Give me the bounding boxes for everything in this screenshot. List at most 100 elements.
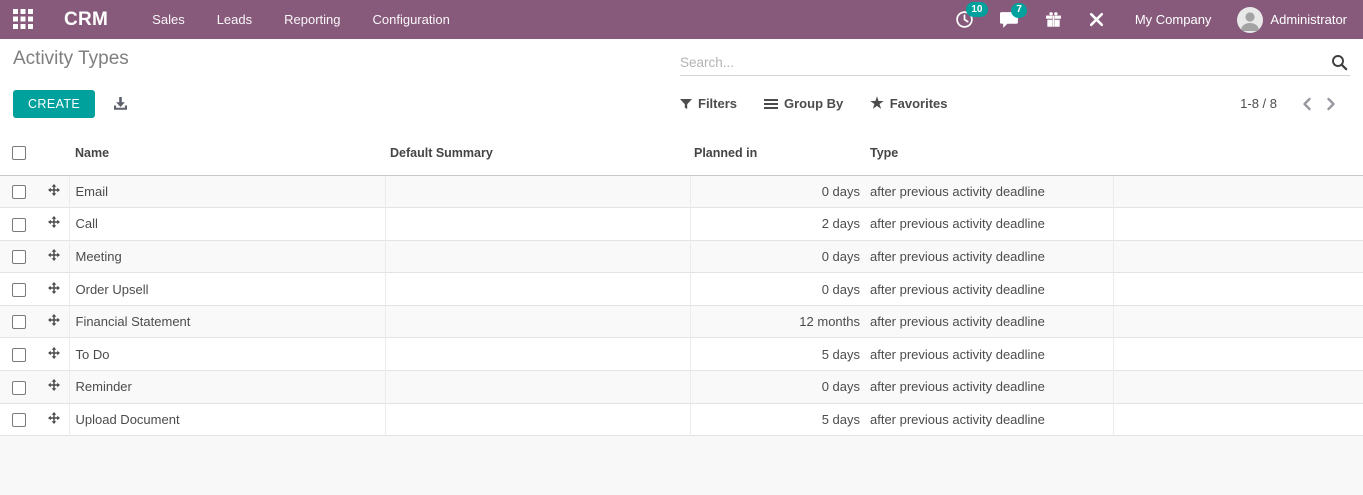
- row-checkbox[interactable]: [12, 283, 26, 297]
- activity-name-cell[interactable]: Financial Statement: [69, 305, 385, 338]
- planned-in-cell[interactable]: 0 days: [690, 371, 865, 404]
- app-brand[interactable]: CRM: [64, 9, 108, 31]
- filters-label: Filters: [698, 96, 737, 111]
- type-cell[interactable]: after previous activity deadline: [865, 305, 1113, 338]
- apps-menu-button[interactable]: [0, 0, 46, 39]
- pager-previous-button[interactable]: [1295, 97, 1319, 111]
- select-all-checkbox[interactable]: [12, 146, 26, 160]
- row-handle-cell: [40, 338, 69, 371]
- favorites-button[interactable]: ★ Favorites: [870, 96, 947, 111]
- column-header-name[interactable]: Name: [69, 131, 385, 175]
- filler-cell: [1113, 338, 1363, 371]
- activity-name-cell[interactable]: Order Upsell: [69, 273, 385, 306]
- default-summary-cell[interactable]: [385, 240, 690, 273]
- activity-name-cell[interactable]: Email: [69, 175, 385, 208]
- table-row[interactable]: Meeting 0 days after previous activity d…: [0, 240, 1363, 273]
- company-switcher[interactable]: My Company: [1135, 12, 1212, 27]
- row-checkbox-cell: [0, 338, 40, 371]
- planned-in-cell[interactable]: 0 days: [690, 240, 865, 273]
- drag-handle-icon[interactable]: [48, 249, 60, 261]
- drag-handle-icon[interactable]: [48, 379, 60, 391]
- default-summary-cell[interactable]: [385, 208, 690, 241]
- default-summary-cell[interactable]: [385, 403, 690, 436]
- row-checkbox[interactable]: [12, 381, 26, 395]
- group-by-button[interactable]: Group By: [764, 96, 843, 111]
- type-cell[interactable]: after previous activity deadline: [865, 338, 1113, 371]
- create-button[interactable]: CREATE: [13, 90, 95, 118]
- activity-name-cell[interactable]: Meeting: [69, 240, 385, 273]
- default-summary-cell[interactable]: [385, 305, 690, 338]
- main-menu: Sales Leads Reporting Configuration: [136, 0, 466, 39]
- menu-leads[interactable]: Leads: [201, 0, 268, 39]
- table-row[interactable]: Order Upsell 0 days after previous activ…: [0, 273, 1363, 306]
- type-cell[interactable]: after previous activity deadline: [865, 403, 1113, 436]
- user-menu[interactable]: Administrator: [1270, 12, 1347, 27]
- support-tools-button[interactable]: [1088, 11, 1105, 28]
- top-navbar: CRM Sales Leads Reporting Configuration …: [0, 0, 1363, 39]
- type-cell[interactable]: after previous activity deadline: [865, 175, 1113, 208]
- default-summary-cell[interactable]: [385, 273, 690, 306]
- content-background: [0, 436, 1363, 495]
- planned-in-cell[interactable]: 2 days: [690, 208, 865, 241]
- drag-handle-icon[interactable]: [48, 314, 60, 326]
- table-row[interactable]: Reminder 0 days after previous activity …: [0, 371, 1363, 404]
- gift-button[interactable]: [1045, 11, 1062, 28]
- default-summary-cell[interactable]: [385, 175, 690, 208]
- type-cell[interactable]: after previous activity deadline: [865, 208, 1113, 241]
- default-summary-cell[interactable]: [385, 371, 690, 404]
- drag-handle-icon[interactable]: [48, 216, 60, 228]
- row-checkbox[interactable]: [12, 315, 26, 329]
- row-checkbox-cell: [0, 240, 40, 273]
- row-checkbox-cell: [0, 371, 40, 404]
- table-row[interactable]: Upload Document 5 days after previous ac…: [0, 403, 1363, 436]
- activity-table-body: Email 0 days after previous activity dea…: [0, 175, 1363, 436]
- search-button[interactable]: [1329, 54, 1350, 71]
- menu-reporting[interactable]: Reporting: [268, 0, 356, 39]
- row-checkbox[interactable]: [12, 348, 26, 362]
- column-header-type[interactable]: Type: [865, 131, 1113, 175]
- search-input[interactable]: [680, 52, 1329, 73]
- table-row[interactable]: To Do 5 days after previous activity dea…: [0, 338, 1363, 371]
- activity-name-cell[interactable]: Reminder: [69, 371, 385, 404]
- export-button[interactable]: [113, 96, 128, 111]
- drag-handle-icon[interactable]: [48, 412, 60, 424]
- user-avatar[interactable]: [1237, 7, 1263, 33]
- pager-next-button[interactable]: [1319, 97, 1343, 111]
- type-cell[interactable]: after previous activity deadline: [865, 240, 1113, 273]
- planned-in-cell[interactable]: 0 days: [690, 273, 865, 306]
- row-checkbox[interactable]: [12, 413, 26, 427]
- activities-button[interactable]: 10: [955, 10, 974, 29]
- activity-name-cell[interactable]: To Do: [69, 338, 385, 371]
- drag-handle-icon[interactable]: [48, 282, 60, 294]
- navbar-systray: 10 7: [955, 7, 1347, 33]
- planned-in-cell[interactable]: 0 days: [690, 175, 865, 208]
- chevron-right-icon: [1326, 97, 1336, 111]
- activity-types-table: Name Default Summary Planned in Type: [0, 131, 1363, 436]
- planned-in-cell[interactable]: 12 months: [690, 305, 865, 338]
- column-header-planned-in[interactable]: Planned in: [690, 131, 865, 175]
- activity-name-cell[interactable]: Call: [69, 208, 385, 241]
- row-checkbox-cell: [0, 208, 40, 241]
- column-header-default-summary[interactable]: Default Summary: [385, 131, 690, 175]
- search-bar: [680, 52, 1350, 76]
- filters-button[interactable]: Filters: [680, 96, 737, 111]
- row-handle-cell: [40, 305, 69, 338]
- table-row[interactable]: Financial Statement 12 months after prev…: [0, 305, 1363, 338]
- drag-handle-icon[interactable]: [48, 184, 60, 196]
- default-summary-cell[interactable]: [385, 338, 690, 371]
- table-row[interactable]: Call 2 days after previous activity dead…: [0, 208, 1363, 241]
- messages-button[interactable]: 7: [1000, 11, 1019, 29]
- table-row[interactable]: Email 0 days after previous activity dea…: [0, 175, 1363, 208]
- planned-in-cell[interactable]: 5 days: [690, 338, 865, 371]
- activity-name-cell[interactable]: Upload Document: [69, 403, 385, 436]
- filler-cell: [1113, 403, 1363, 436]
- drag-handle-icon[interactable]: [48, 347, 60, 359]
- type-cell[interactable]: after previous activity deadline: [865, 273, 1113, 306]
- menu-sales[interactable]: Sales: [136, 0, 201, 39]
- row-checkbox[interactable]: [12, 185, 26, 199]
- row-checkbox[interactable]: [12, 250, 26, 264]
- planned-in-cell[interactable]: 5 days: [690, 403, 865, 436]
- menu-configuration[interactable]: Configuration: [357, 0, 466, 39]
- row-checkbox[interactable]: [12, 218, 26, 232]
- type-cell[interactable]: after previous activity deadline: [865, 371, 1113, 404]
